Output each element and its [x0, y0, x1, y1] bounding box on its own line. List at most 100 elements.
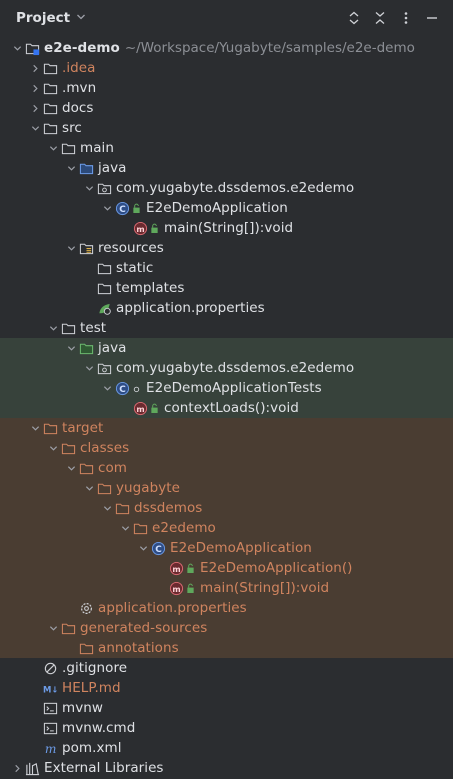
tree-item-label: E2eDemoApplication()	[200, 560, 353, 576]
tree-item-test-class[interactable]: E2eDemoApplicationTests	[0, 378, 453, 398]
collapse-all-icon[interactable]	[367, 6, 393, 30]
chevron-down-icon[interactable]	[100, 198, 114, 218]
tree-item-label: docs	[62, 100, 94, 116]
tree-item-package[interactable]: com.yugabyte.dssdemos.e2edemo	[0, 178, 453, 198]
tree-item-label: annotations	[98, 640, 179, 656]
project-tool-window-header: Project	[0, 0, 453, 36]
chevron-down-icon[interactable]	[46, 138, 60, 158]
tree-item-label: application.properties	[116, 300, 265, 316]
tree-item-mvn[interactable]: .mvn	[0, 78, 453, 98]
tree-item-mvnw[interactable]: mvnw	[0, 698, 453, 718]
tree-item-label: main	[80, 140, 114, 156]
tree-item-main[interactable]: main	[0, 138, 453, 158]
tree-item-app-properties[interactable]: application.properties	[0, 298, 453, 318]
tree-item-com[interactable]: com	[0, 458, 453, 478]
tree-item-root[interactable]: e2e-demo ~/Workspace/Yugabyte/samples/e2…	[0, 38, 453, 58]
excluded-folder-icon	[132, 520, 148, 536]
folder-icon	[42, 120, 58, 136]
tree-item-label: java	[98, 160, 127, 176]
options-menu-icon[interactable]	[393, 6, 419, 30]
chevron-down-icon[interactable]	[82, 478, 96, 498]
tree-item-dssdemos[interactable]: dssdemos	[0, 498, 453, 518]
chevron-down-icon[interactable]	[64, 238, 78, 258]
tree-item-target-properties[interactable]: application.properties	[0, 598, 453, 618]
chevron-down-icon[interactable]	[76, 12, 86, 25]
tree-item-label: External Libraries	[44, 760, 164, 776]
tree-item-e2edemo[interactable]: e2edemo	[0, 518, 453, 538]
tree-item-help[interactable]: HELP.md	[0, 678, 453, 698]
folder-icon	[42, 100, 58, 116]
tree-item-constructor[interactable]: E2eDemoApplication()	[0, 558, 453, 578]
root-module-path: ~/Workspace/Yugabyte/samples/e2e-demo	[124, 40, 415, 56]
chevron-down-icon[interactable]	[46, 618, 60, 638]
tree-item-idea[interactable]: .idea	[0, 58, 453, 78]
tree-item-target[interactable]: target	[0, 418, 453, 438]
tree-item-java[interactable]: java	[0, 158, 453, 178]
tree-item-templates[interactable]: templates	[0, 278, 453, 298]
tree-item-label: pom.xml	[62, 740, 122, 756]
chevron-down-icon[interactable]	[46, 318, 60, 338]
tree-item-label: com	[98, 460, 127, 476]
chevron-right-icon[interactable]	[28, 78, 42, 98]
tree-item-generated-sources[interactable]: generated-sources	[0, 618, 453, 638]
tree-item-gitignore[interactable]: .gitignore	[0, 658, 453, 678]
chevron-down-icon[interactable]	[28, 118, 42, 138]
project-view-title[interactable]: Project	[16, 10, 70, 26]
tree-item-yugabyte[interactable]: yugabyte	[0, 478, 453, 498]
hide-panel-icon[interactable]	[419, 6, 445, 30]
chevron-right-icon[interactable]	[28, 98, 42, 118]
tree-item-mvnw-cmd[interactable]: mvnw.cmd	[0, 718, 453, 738]
tree-item-app-class[interactable]: E2eDemoApplication	[0, 198, 453, 218]
tree-item-label: e2edemo	[152, 520, 216, 536]
chevron-right-icon[interactable]	[10, 758, 24, 778]
chevron-down-icon[interactable]	[82, 178, 96, 198]
chevron-down-icon[interactable]	[10, 38, 24, 58]
tree-item-label: E2eDemoApplicationTests	[146, 380, 322, 396]
method-icon	[168, 560, 184, 576]
excluded-folder-icon	[60, 440, 76, 456]
root-module-name: e2e-demo	[44, 40, 120, 56]
spring-properties-icon	[96, 300, 112, 316]
chevron-down-icon[interactable]	[82, 358, 96, 378]
chevron-down-icon[interactable]	[64, 338, 78, 358]
tree-item-test-package[interactable]: com.yugabyte.dssdemos.e2edemo	[0, 358, 453, 378]
tree-item-pom[interactable]: pom.xml	[0, 738, 453, 758]
chevron-down-icon[interactable]	[64, 158, 78, 178]
tree-item-static[interactable]: static	[0, 258, 453, 278]
method-icon	[132, 220, 148, 236]
method-icon	[168, 580, 184, 596]
tree-item-resources[interactable]: resources	[0, 238, 453, 258]
tree-item-label: yugabyte	[116, 480, 180, 496]
tree-item-main-method[interactable]: main(String[]):void	[0, 218, 453, 238]
chevron-down-icon[interactable]	[136, 538, 150, 558]
package-icon	[96, 360, 112, 376]
tree-item-external-libraries[interactable]: External Libraries	[0, 758, 453, 778]
tree-item-label: E2eDemoApplication	[170, 540, 312, 556]
tree-item-classes[interactable]: classes	[0, 438, 453, 458]
chevron-down-icon[interactable]	[100, 498, 114, 518]
tree-item-label: resources	[98, 240, 164, 256]
chevron-down-icon[interactable]	[28, 418, 42, 438]
tree-item-label: mvnw.cmd	[62, 720, 136, 736]
excluded-folder-icon	[96, 480, 112, 496]
module-folder-icon	[24, 40, 40, 56]
source-folder-icon	[78, 160, 94, 176]
tree-item-test-java[interactable]: java	[0, 338, 453, 358]
chevron-down-icon[interactable]	[100, 378, 114, 398]
tree-item-label: main(String[]):void	[200, 580, 330, 596]
tree-item-src[interactable]: src	[0, 118, 453, 138]
expand-selected-icon[interactable]	[341, 6, 367, 30]
chevron-right-icon[interactable]	[28, 58, 42, 78]
tree-item-context-loads[interactable]: contextLoads():void	[0, 398, 453, 418]
tree-item-label: target	[62, 420, 104, 436]
tree-item-compiled-class[interactable]: E2eDemoApplication	[0, 538, 453, 558]
tree-item-test[interactable]: test	[0, 318, 453, 338]
chevron-down-icon[interactable]	[118, 518, 132, 538]
tree-item-docs[interactable]: docs	[0, 98, 453, 118]
tree-item-annotations[interactable]: annotations	[0, 638, 453, 658]
terminal-icon	[42, 700, 58, 716]
chevron-down-icon[interactable]	[46, 438, 60, 458]
chevron-down-icon[interactable]	[64, 458, 78, 478]
package-icon	[96, 180, 112, 196]
tree-item-compiled-main[interactable]: main(String[]):void	[0, 578, 453, 598]
